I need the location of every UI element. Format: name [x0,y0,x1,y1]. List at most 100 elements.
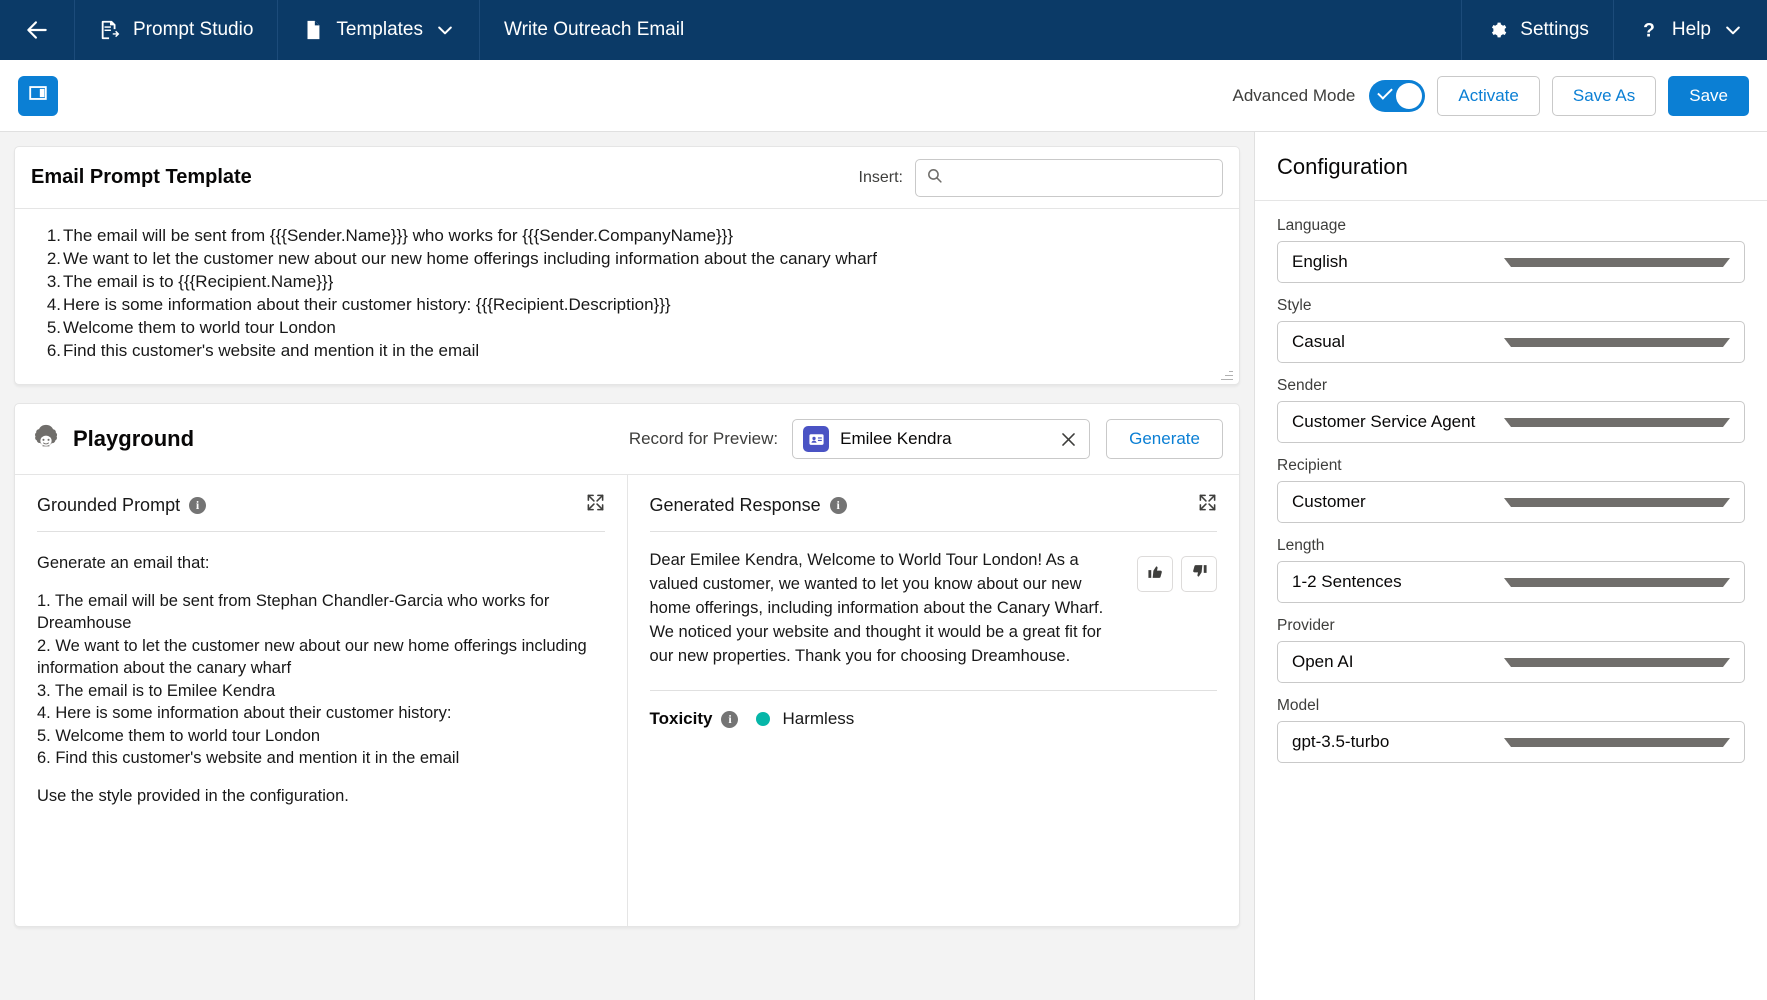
thumbs-up-icon [1147,563,1164,585]
template-editor[interactable]: 1. The email will be sent from {{{Sender.… [15,209,1239,384]
save-button[interactable]: Save [1668,75,1749,116]
grounded-prompt-outro: Use the style provided in the configurat… [37,786,349,805]
chevron-down-icon [1723,20,1743,40]
sender-select[interactable]: Customer Service Agent [1277,401,1745,443]
insert-search-input[interactable] [951,169,1212,186]
action-bar: Advanced Mode Activate Save As Save [0,60,1767,132]
template-line-number: 3. [46,272,61,291]
grounded-prompt-lines: 1. The email will be sent from Stephan C… [37,590,605,770]
generate-button[interactable]: Generate [1106,419,1223,459]
nav-prompt-studio[interactable]: Prompt Studio [75,0,279,60]
gear-icon [1486,19,1508,41]
config-label: Provider [1277,617,1335,634]
expand-icon[interactable] [586,493,605,517]
chevron-down-icon [1504,257,1730,267]
config-value: Open AI [1292,652,1354,671]
global-header: Prompt Studio Templates Write Outreach E… [0,0,1767,60]
feedback-actions [1137,548,1217,668]
template-line-text: The email will be sent from {{{Sender.Na… [63,226,734,245]
generated-response-title: Generated Response [649,494,821,515]
insert-search-box[interactable] [915,158,1223,197]
template-line-text: Here is some information about their cus… [63,295,671,314]
configuration-fields: Language English Style Casual Sender Cus… [1255,201,1767,777]
language-select[interactable]: English [1277,241,1745,283]
toggle-knob [1396,82,1423,109]
info-icon[interactable]: i [829,496,847,514]
nav-prompt-studio-label: Prompt Studio [133,19,254,40]
generated-response-header: Generated Response i [650,493,1218,531]
recipient-select[interactable]: Customer [1277,481,1745,523]
config-field-language: Language English [1277,217,1745,283]
config-field-model: Model gpt-3.5-turbo [1277,697,1745,763]
configuration-title: Configuration [1277,154,1408,179]
chevron-down-icon [1504,657,1730,667]
configuration-header: Configuration [1255,132,1767,201]
provider-select[interactable]: Open AI [1277,641,1745,683]
template-line-number: 1. [46,226,61,245]
nav-settings-label: Settings [1520,19,1589,40]
check-icon [1377,83,1394,100]
config-value: Customer Service Agent [1292,412,1476,431]
thumbs-up-button[interactable] [1137,556,1173,592]
template-line-text: The email is to {{{Recipient.Name}}} [63,272,334,291]
template-line-text: We want to let the customer new about ou… [63,249,877,268]
email-prompt-template-card: Email Prompt Template Insert: 1. The emai… [14,146,1240,385]
status-badge-dot [756,712,771,726]
config-label: Length [1277,537,1325,554]
arrow-left-icon [24,17,50,43]
grounded-prompt-line: 5. Welcome them to world tour London [37,726,321,745]
template-line: 3. The email is to {{{Recipient.Name}}} [33,271,1221,294]
nav-help[interactable]: ? Help [1612,0,1767,60]
chevron-down-icon [1504,417,1730,427]
template-line-number: 5. [46,318,61,337]
chevron-down-icon [1504,737,1730,747]
config-value: 1-2 Sentences [1292,572,1402,591]
template-line-text: Welcome them to world tour London [63,318,336,337]
activate-button[interactable]: Activate [1437,75,1540,116]
resize-handle-icon[interactable] [1221,368,1233,380]
grounded-prompt-header: Grounded Prompt i [37,493,605,531]
config-field-style: Style Casual [1277,297,1745,363]
record-name: Emilee Kendra [840,429,952,448]
config-field-sender: Sender Customer Service Agent [1277,377,1745,443]
template-line-text: Find this customer's website and mention… [63,341,480,360]
config-value: Casual [1292,332,1345,351]
generated-response-body: Dear Emilee Kendra, Welcome to World Tou… [650,532,1217,668]
document-icon [302,19,324,41]
config-value: Customer [1292,492,1366,511]
config-label: Model [1277,697,1320,714]
contact-card-icon [803,426,830,452]
expand-icon[interactable] [1198,493,1217,517]
search-icon [926,167,943,189]
app-badge[interactable] [18,75,58,116]
template-line: 5. Welcome them to world tour London [33,317,1221,340]
record-for-preview-field[interactable]: Emilee Kendra [792,419,1091,459]
style-select[interactable]: Casual [1277,321,1745,363]
grounded-prompt-line: 3. The email is to Emilee Kendra [37,681,276,700]
config-field-length: Length 1-2 Sentences [1277,537,1745,603]
info-icon[interactable]: i [189,496,207,514]
template-line-number: 4. [46,295,61,314]
advanced-mode-toggle[interactable] [1369,79,1426,112]
template-line-number: 6. [46,341,61,360]
length-select[interactable]: 1-2 Sentences [1277,561,1745,603]
nav-help-label: Help [1671,19,1711,40]
nav-templates-label: Templates [336,19,424,40]
model-select[interactable]: gpt-3.5-turbo [1277,721,1745,763]
thumbs-down-button[interactable] [1181,556,1217,592]
back-button[interactable] [0,0,75,60]
save-as-button[interactable]: Save As [1551,75,1657,116]
nav-settings[interactable]: Settings [1461,0,1613,60]
grounded-prompt-line: 4. Here is some information about their … [37,704,452,722]
config-label: Recipient [1277,457,1342,474]
info-icon[interactable]: i [721,710,739,728]
configuration-sidebar: Configuration Language English Style Cas… [1254,132,1767,1000]
body-wrapper: Email Prompt Template Insert: 1. The emai… [0,132,1767,1000]
config-value: English [1292,252,1348,271]
toxicity-row: Toxicity i Harmless [650,691,1218,729]
nav-templates[interactable]: Templates [278,0,481,60]
close-icon[interactable] [1057,428,1079,450]
template-line: 2. We want to let the customer new about … [33,248,1221,271]
chevron-down-icon [1504,497,1730,507]
record-for-preview-label: Record for Preview: [628,429,779,448]
